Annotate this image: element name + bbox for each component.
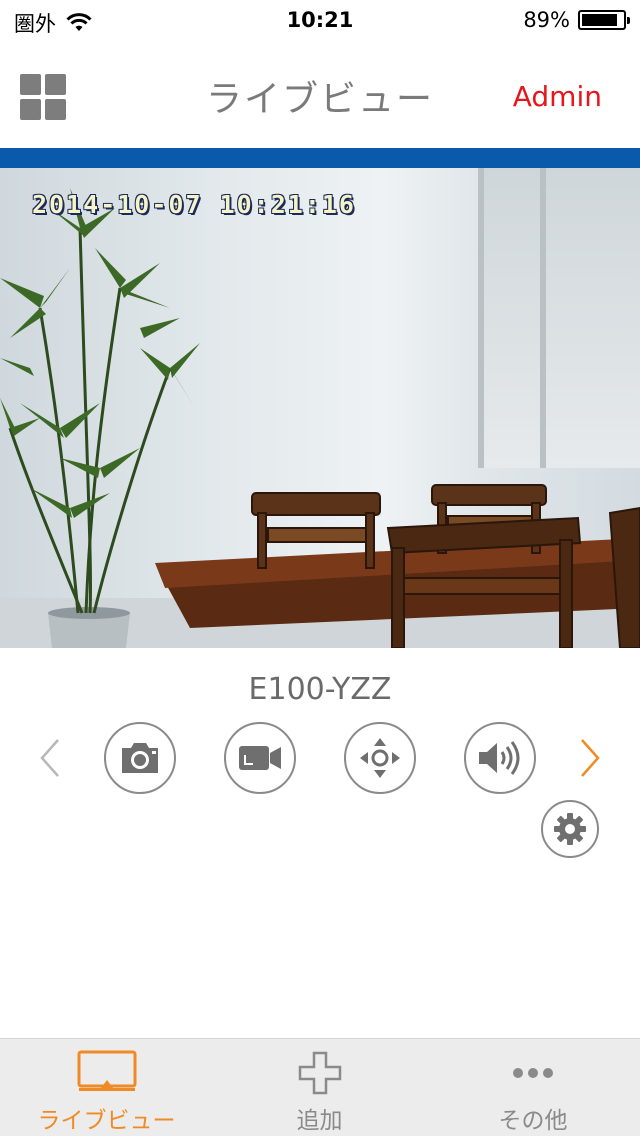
device-name: E100-YZZ (248, 672, 392, 707)
nav-bar: ライブビュー Admin (0, 40, 640, 148)
admin-button[interactable]: Admin (513, 80, 602, 113)
camera-timestamp: 2014-10-07 10:21:16 (32, 190, 356, 219)
header-divider (0, 148, 640, 168)
video-camera-icon (239, 746, 281, 770)
monitor-icon (77, 1050, 136, 1091)
chevron-right-icon[interactable] (574, 738, 604, 778)
tab-icon-wrap (0, 1049, 213, 1097)
pan-tilt-button[interactable] (344, 722, 416, 794)
tab-bar: ライブビュー 追加 その他 (0, 1038, 640, 1136)
status-right: 89% (523, 8, 630, 32)
plus-icon (298, 1051, 341, 1095)
camera-icon (122, 743, 158, 773)
status-bar: 圏外 10:21 89% (0, 0, 640, 40)
snapshot-button[interactable] (104, 722, 176, 794)
battery-icon (578, 10, 630, 30)
more-icon (513, 1068, 553, 1078)
camera-controls (0, 722, 640, 794)
tab-icon-wrap (213, 1049, 426, 1097)
tab-icon-wrap (426, 1049, 640, 1097)
record-button[interactable] (224, 722, 296, 794)
battery-percent: 89% (523, 8, 570, 32)
tab-label: その他 (498, 1108, 568, 1134)
settings-button[interactable] (541, 800, 599, 858)
tab-live-view[interactable]: ライブビュー (0, 1039, 213, 1136)
camera-live-view[interactable]: 2014-10-07 10:21:16 (0, 168, 640, 648)
tab-add[interactable]: 追加 (213, 1039, 426, 1136)
camera-scene (0, 188, 640, 648)
audio-button[interactable] (464, 722, 536, 794)
chevron-left-icon[interactable] (36, 738, 66, 778)
tab-label: 追加 (296, 1108, 343, 1134)
tab-more[interactable]: その他 (426, 1039, 640, 1136)
speaker-icon (479, 741, 520, 775)
tab-label: ライブビュー (37, 1108, 176, 1134)
battery-level (582, 14, 618, 26)
gear-icon (554, 813, 586, 845)
pan-tilt-icon (360, 738, 400, 778)
